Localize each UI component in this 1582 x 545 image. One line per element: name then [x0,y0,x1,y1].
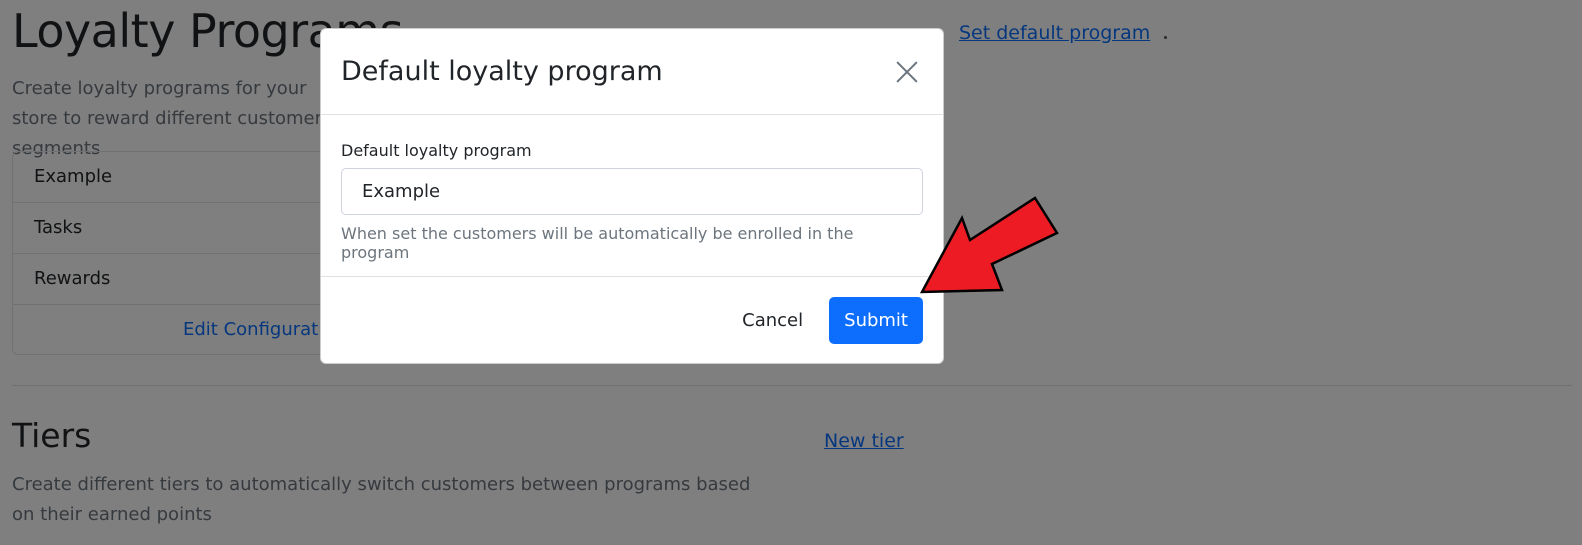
default-program-select[interactable]: Example [341,168,923,215]
modal-title: Default loyalty program [341,56,663,87]
modal-header: Default loyalty program [321,29,943,115]
modal-footer: Cancel Submit [321,277,943,363]
page: Loyalty Programs Create loyalty programs… [0,0,1582,545]
cancel-button[interactable]: Cancel [726,297,819,344]
submit-button[interactable]: Submit [829,296,923,344]
close-icon[interactable] [891,56,923,88]
default-program-modal: Default loyalty program Default loyalty … [320,28,944,364]
default-program-label: Default loyalty program [341,141,532,160]
modal-body: Default loyalty program Example When set… [321,115,943,277]
red-arrow-icon [920,196,1059,294]
default-program-help-text: When set the customers will be automatic… [341,224,854,262]
